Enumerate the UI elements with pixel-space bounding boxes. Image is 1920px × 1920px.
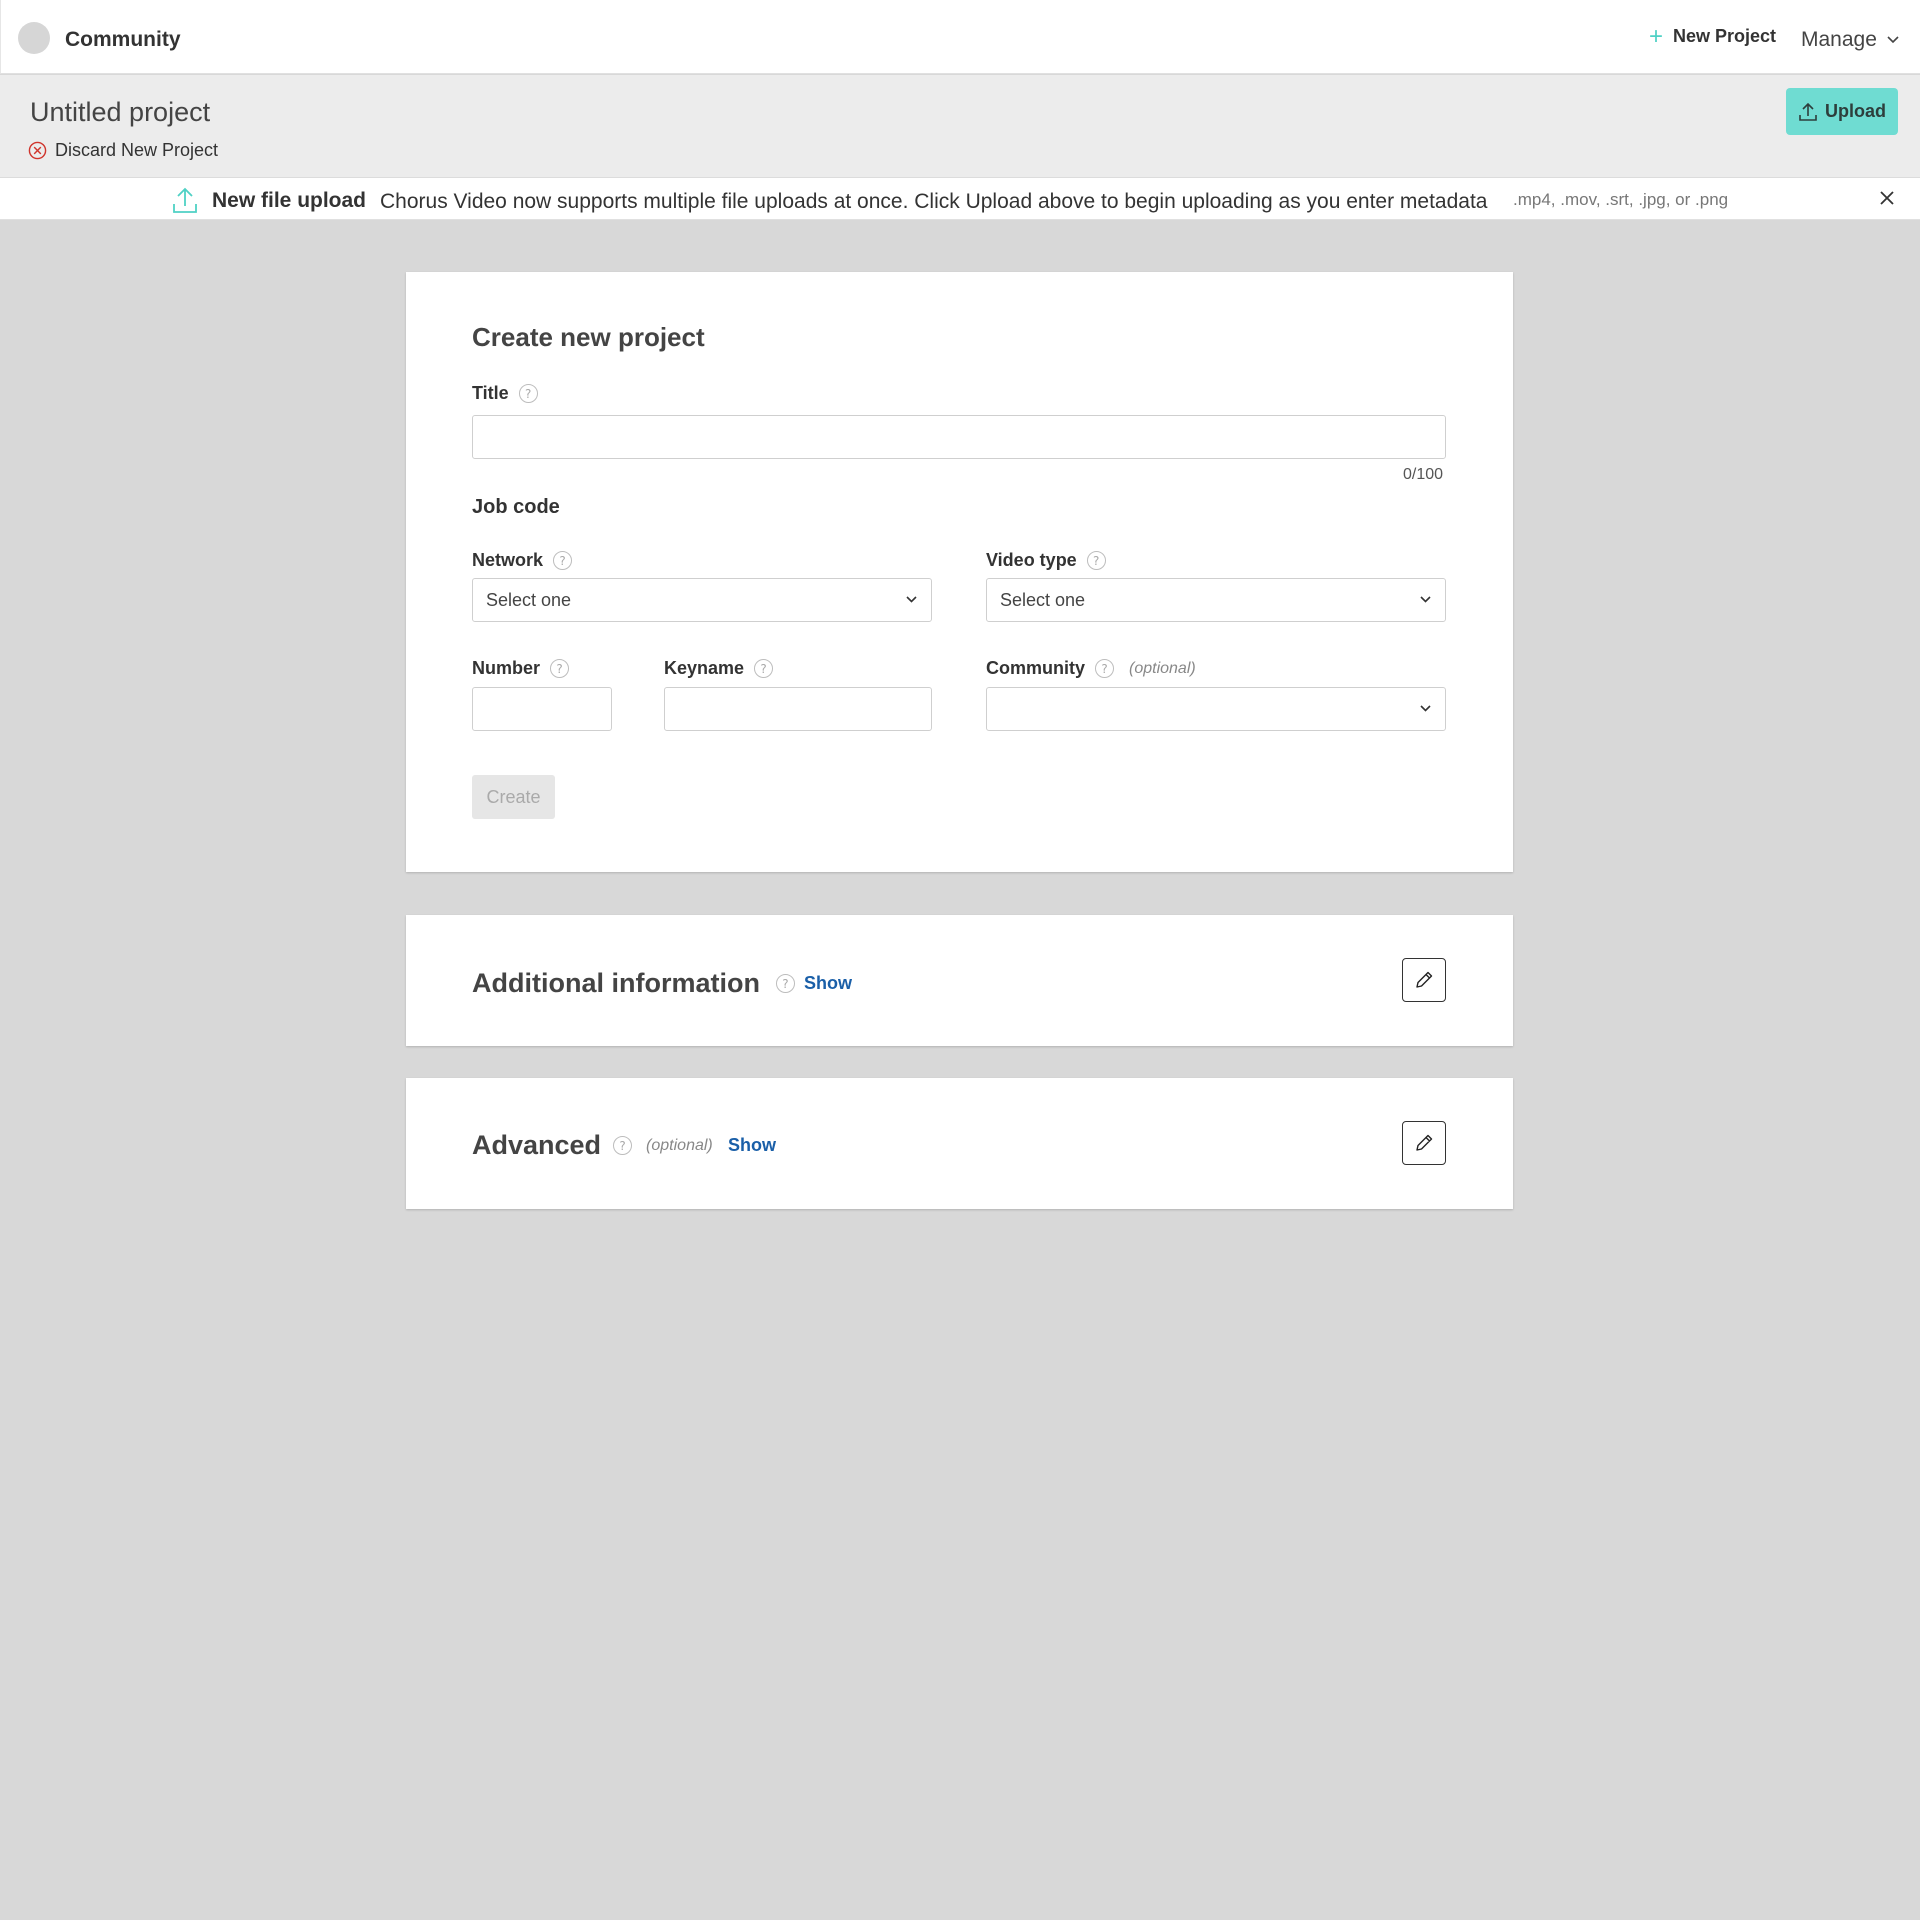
new-project-label: New Project [1673,26,1777,46]
brand-name[interactable]: Community [65,28,181,52]
help-icon[interactable]: ? [775,974,795,993]
chevron-down-icon [1420,705,1431,712]
close-circle-icon [28,141,47,160]
project-title: Untitled project [30,97,211,127]
chevron-down-icon [1420,596,1431,603]
create-project-card: Create new project Title ? 0/100 Job cod… [406,272,1513,872]
help-icon[interactable]: ? [613,1136,633,1155]
upload-notice-bar: New file upload Chorus Video now support… [0,178,1920,220]
community-select[interactable] [986,687,1446,731]
upload-label: Upload [1825,101,1886,121]
title-counter: 0/100 [1403,466,1444,483]
network-label: Network ? [472,550,573,571]
keyname-input[interactable] [664,687,932,731]
additional-information-title-text: Additional information [472,968,760,998]
notice-title: New file upload [212,189,367,212]
plus-icon: + [1649,22,1664,50]
chevron-down-icon [1887,36,1899,44]
additional-information-card: Additional information ? Show [406,915,1513,1046]
upload-button[interactable]: Upload [1786,88,1898,135]
manage-label: Manage [1801,28,1877,51]
job-code-heading: Job code [472,496,560,518]
additional-information-title: Additional information ? [472,968,795,999]
advanced-card: Advanced ? (optional) Show [406,1078,1513,1209]
top-navigation: Community + New Project Manage [0,0,1920,74]
help-icon[interactable]: ? [754,659,774,678]
community-label-text: Community [986,658,1085,678]
video-type-select[interactable]: Select one [986,578,1446,622]
optional-hint: (optional) [1129,659,1196,677]
number-input[interactable] [472,687,612,731]
advanced-show-link[interactable]: Show [728,1135,776,1156]
number-label: Number ? [472,658,570,679]
keyname-label: Keyname ? [664,658,774,679]
network-select-value: Select one [486,589,572,610]
advanced-edit-button[interactable] [1402,1121,1446,1165]
pencil-icon [1416,971,1433,988]
video-type-select-value: Select one [1000,589,1086,610]
notice-formats: .mp4, .mov, .srt, .jpg, or .png [1513,190,1729,209]
title-label-text: Title [472,383,509,403]
title-label: Title ? [472,383,538,404]
additional-information-show-link[interactable]: Show [804,973,852,994]
new-project-button[interactable]: + New Project [1649,22,1777,50]
notice-message: Chorus Video now supports multiple file … [380,190,1488,213]
video-type-label-text: Video type [986,550,1077,570]
upload-icon [173,187,197,213]
form-heading: Create new project [472,322,705,352]
close-icon[interactable] [1879,190,1895,206]
network-label-text: Network [472,550,544,570]
title-input[interactable] [472,415,1446,459]
help-icon[interactable]: ? [1086,551,1106,570]
upload-icon [1799,102,1817,121]
discard-label: Discard New Project [55,140,219,160]
network-select[interactable]: Select one [472,578,932,622]
community-label: Community ? (optional) [986,658,1196,679]
avatar[interactable] [18,22,50,54]
discard-project-button[interactable]: Discard New Project [28,140,218,161]
help-icon[interactable]: ? [553,551,573,570]
number-label-text: Number [472,658,541,678]
video-type-label: Video type ? [986,550,1106,571]
manage-menu[interactable]: Manage [1801,28,1899,52]
advanced-title: Advanced ? (optional) [472,1130,713,1161]
create-button[interactable]: Create [472,775,555,819]
help-icon[interactable]: ? [518,384,538,403]
help-icon[interactable]: ? [1095,659,1114,678]
optional-hint: (optional) [646,1136,713,1154]
project-header: Untitled project Discard New Project Upl… [0,75,1920,178]
additional-information-edit-button[interactable] [1402,958,1446,1002]
pencil-icon [1416,1134,1433,1151]
keyname-label-text: Keyname [664,658,745,678]
chevron-down-icon [906,596,917,603]
help-icon[interactable]: ? [550,659,570,678]
advanced-title-text: Advanced [472,1130,602,1160]
